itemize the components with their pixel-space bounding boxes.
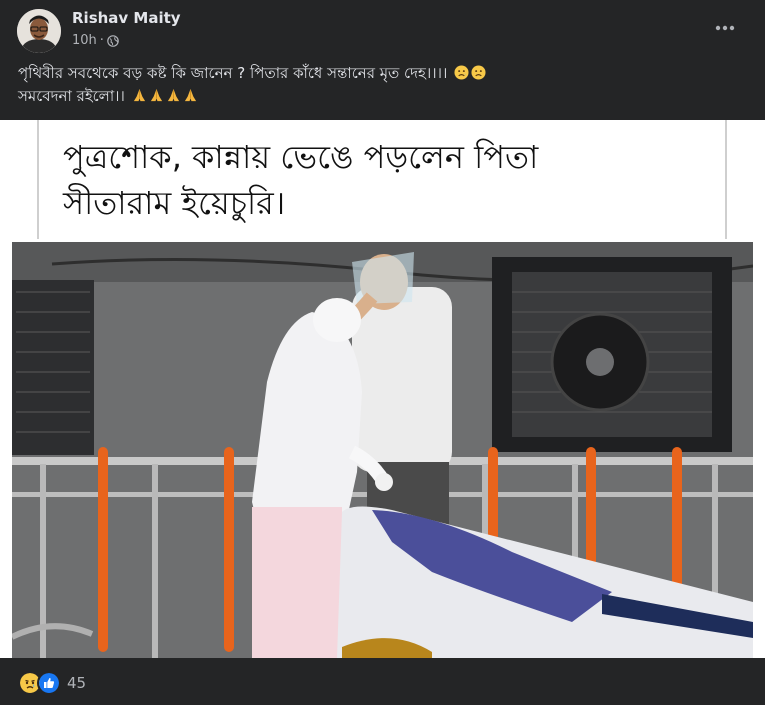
meta-separator: · — [99, 33, 104, 48]
sad-face-icon — [471, 65, 486, 80]
author-name[interactable]: Rishav Maity — [72, 9, 181, 27]
reaction-count: 45 — [67, 674, 87, 692]
globe-icon[interactable] — [107, 34, 119, 47]
folded-hands-icon — [133, 88, 145, 102]
post-text-line2-content: সমবেদনা রইলো।। — [18, 87, 125, 105]
post-image[interactable]: পুত্রশোক, কান্নায় ভেঙে পড়লেন পিতা সীতা… — [0, 120, 765, 658]
post-timestamp[interactable]: 10h — [72, 33, 97, 48]
post-text-line2: সমবেদনা রইলো।। — [18, 85, 748, 108]
post-text: পৃথিবীর সবথেকে বড় কষ্ট কি জানেন ? পিতার… — [18, 62, 748, 108]
sad-face-icon — [454, 65, 469, 80]
post-text-line1-content: পৃথিবীর সবথেকে বড় কষ্ট কি জানেন ? পিতার… — [18, 64, 448, 82]
author-avatar[interactable] — [17, 9, 61, 53]
headline-line1: পুত্রশোক, কান্নায় ভেঙে পড়লেন পিতা — [63, 138, 539, 176]
post-text-line1: পৃথিবীর সবথেকে বড় কষ্ট কি জানেন ? পিতার… — [18, 62, 748, 85]
headline-card: পুত্রশোক, কান্নায় ভেঙে পড়লেন পিতা সীতা… — [37, 120, 727, 239]
post-meta: 10h · — [72, 33, 119, 48]
more-horizontal-icon — [715, 25, 735, 31]
photo — [12, 242, 753, 658]
reactions-summary[interactable]: 45 — [18, 671, 86, 695]
folded-hands-icon — [150, 88, 162, 102]
facebook-post: Rishav Maity 10h · পৃথিবীর সবথেকে বড় কষ… — [0, 0, 765, 705]
post-header: Rishav Maity 10h · — [0, 0, 765, 58]
post-footer: 45 — [0, 658, 765, 705]
folded-hands-icon — [167, 88, 179, 102]
headline-line2: সীতারাম ইয়েচুরি। — [63, 184, 286, 222]
more-options-button[interactable] — [707, 14, 743, 42]
like-reaction-icon — [37, 671, 61, 695]
folded-hands-icon — [184, 88, 196, 102]
image-headline: পুত্রশোক, কান্নায় ভেঙে পড়লেন পিতা সীতা… — [63, 134, 538, 226]
